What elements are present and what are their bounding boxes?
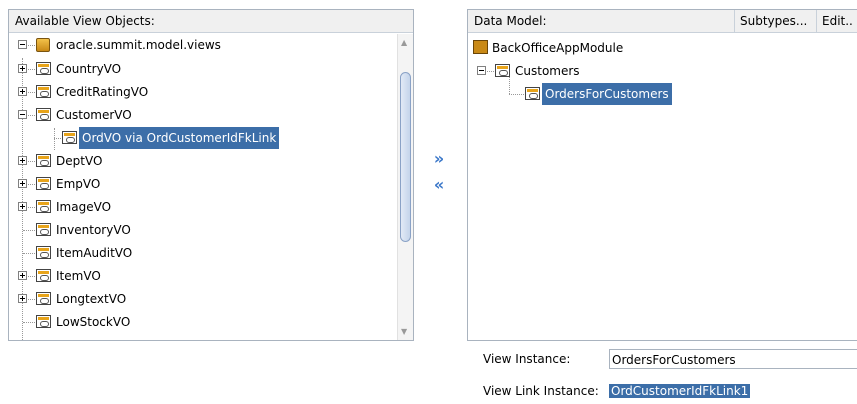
view-link-instance-label: View Link Instance:: [483, 384, 599, 398]
tree-item-label: OrdVO via OrdCustomerIdFkLink: [79, 127, 280, 149]
tree-root-row[interactable]: oracle.summit.model.views: [9, 34, 389, 56]
view-object-icon: [36, 269, 51, 282]
scroll-down-arrow-icon[interactable]: ▼: [401, 327, 407, 336]
view-object-icon: [36, 200, 51, 213]
tree-connector: [28, 92, 35, 93]
tree-item-row[interactable]: EmpVO: [9, 173, 389, 195]
add-to-data-model-button[interactable]: »: [430, 150, 448, 168]
data-model-header: Data Model:: [474, 14, 547, 28]
expand-icon[interactable]: [18, 202, 27, 211]
tree-item-label: ItemAuditVO: [56, 246, 133, 260]
tree-item-label: DeptVO: [56, 154, 103, 168]
available-view-objects-panel: Available View Objects: oracle.summit.mo…: [8, 9, 414, 341]
tree-item-row[interactable]: InventoryVO: [9, 219, 389, 241]
tree-connector: [23, 230, 35, 231]
expand-icon[interactable]: [18, 156, 27, 165]
tree-item-row[interactable]: DeptVO: [9, 150, 389, 172]
customers-label: Customers: [515, 64, 580, 78]
tree-connector: [23, 253, 35, 254]
tree-item-label: ItemVO: [56, 269, 101, 283]
expand-icon[interactable]: [18, 271, 27, 280]
view-instance-input[interactable]: OrdersForCustomers: [609, 349, 857, 369]
tree-item-row[interactable]: CreditRatingVO: [9, 81, 389, 103]
tree-item-row[interactable]: ItemVO: [9, 265, 389, 287]
tree-item-label: InventoryVO: [56, 223, 131, 237]
view-object-icon: [36, 85, 51, 98]
collapse-icon[interactable]: [18, 40, 27, 49]
expand-icon[interactable]: [18, 294, 27, 303]
tree-connector: [28, 69, 35, 70]
tree-item-row[interactable]: ImageVO: [9, 196, 389, 218]
tree-item-row[interactable]: LowStockVO: [9, 311, 389, 333]
tree-item-label: CountryVO: [56, 62, 122, 76]
tree-item-label: LowStockVO: [56, 315, 131, 329]
collapse-icon[interactable]: [477, 66, 486, 75]
subtypes-button[interactable]: Subtypes...: [734, 10, 813, 32]
expand-icon[interactable]: [18, 179, 27, 188]
view-object-icon: [36, 177, 51, 190]
view-object-icon: [36, 292, 51, 305]
tree-connector: [28, 115, 35, 116]
scrollbar-thumb[interactable]: [400, 72, 411, 242]
tree-connector: [28, 184, 35, 185]
available-view-objects-header: Available View Objects:: [9, 10, 413, 33]
view-object-icon: [36, 108, 51, 121]
orders-for-customers-label: OrdersForCustomers: [542, 83, 672, 105]
tree-root-label: oracle.summit.model.views: [56, 38, 221, 52]
tree-item-label: ImageVO: [56, 200, 112, 214]
tree-item-label: EmpVO: [56, 177, 101, 191]
customers-row[interactable]: Customers: [468, 60, 848, 82]
scroll-up-arrow-icon[interactable]: ▲: [401, 38, 407, 47]
view-object-icon: [36, 62, 51, 75]
tree-connector: [54, 138, 61, 139]
tree-item-row[interactable]: CustomerVO: [9, 104, 389, 126]
tree-connector: [28, 299, 35, 300]
view-link-instance-input[interactable]: OrdCustomerIdFkLink1: [609, 381, 857, 401]
collapse-icon[interactable]: [18, 110, 27, 119]
tree-item-row[interactable]: OrdVO via OrdCustomerIdFkLink: [9, 127, 389, 149]
expand-icon[interactable]: [18, 64, 27, 73]
view-object-icon: [36, 223, 51, 236]
view-object-icon: [36, 315, 51, 328]
tree-connector: [28, 161, 35, 162]
view-objects-tree[interactable]: oracle.summit.model.views CountryVO Credi…: [9, 34, 397, 340]
tree-connector: [28, 45, 35, 46]
tree-connector: [487, 71, 494, 72]
tree-item-row[interactable]: LongtextVO: [9, 288, 389, 310]
edit-button[interactable]: Edit..: [816, 10, 857, 32]
tree-connector: [28, 207, 35, 208]
orders-for-customers-row[interactable]: OrdersForCustomers: [468, 83, 848, 105]
remove-from-data-model-button[interactable]: «: [430, 176, 448, 194]
view-object-icon: [36, 154, 51, 167]
view-object-icon: [36, 246, 51, 259]
tree-item-label: CustomerVO: [56, 108, 132, 122]
package-icon: [36, 38, 50, 52]
view-object-icon: [525, 87, 540, 100]
app-module-row[interactable]: BackOfficeAppModule: [468, 37, 848, 59]
view-link-instance-value: OrdCustomerIdFkLink1: [609, 384, 751, 398]
app-module-label: BackOfficeAppModule: [492, 41, 624, 55]
tree-item-row[interactable]: CountryVO: [9, 58, 389, 80]
tree-connector: [509, 94, 524, 95]
view-object-icon: [495, 64, 510, 77]
tree-item-label: LongtextVO: [56, 292, 127, 306]
view-object-icon: [62, 131, 77, 144]
vertical-scrollbar[interactable]: ▲ ▼: [397, 34, 413, 340]
data-model-panel: Data Model: Subtypes... Edit.. BackOffic…: [467, 9, 857, 341]
tree-connector: [23, 322, 35, 323]
tree-connector: [28, 276, 35, 277]
view-instance-label: View Instance:: [483, 352, 571, 366]
expand-icon[interactable]: [18, 87, 27, 96]
tree-item-label: CreditRatingVO: [56, 85, 149, 99]
application-module-icon: [473, 40, 488, 54]
data-model-tree[interactable]: BackOfficeAppModule Customers OrdersForC…: [468, 34, 857, 340]
tree-item-row[interactable]: ItemAuditVO: [9, 242, 389, 264]
data-model-header-bar: Data Model: Subtypes... Edit..: [468, 10, 857, 33]
